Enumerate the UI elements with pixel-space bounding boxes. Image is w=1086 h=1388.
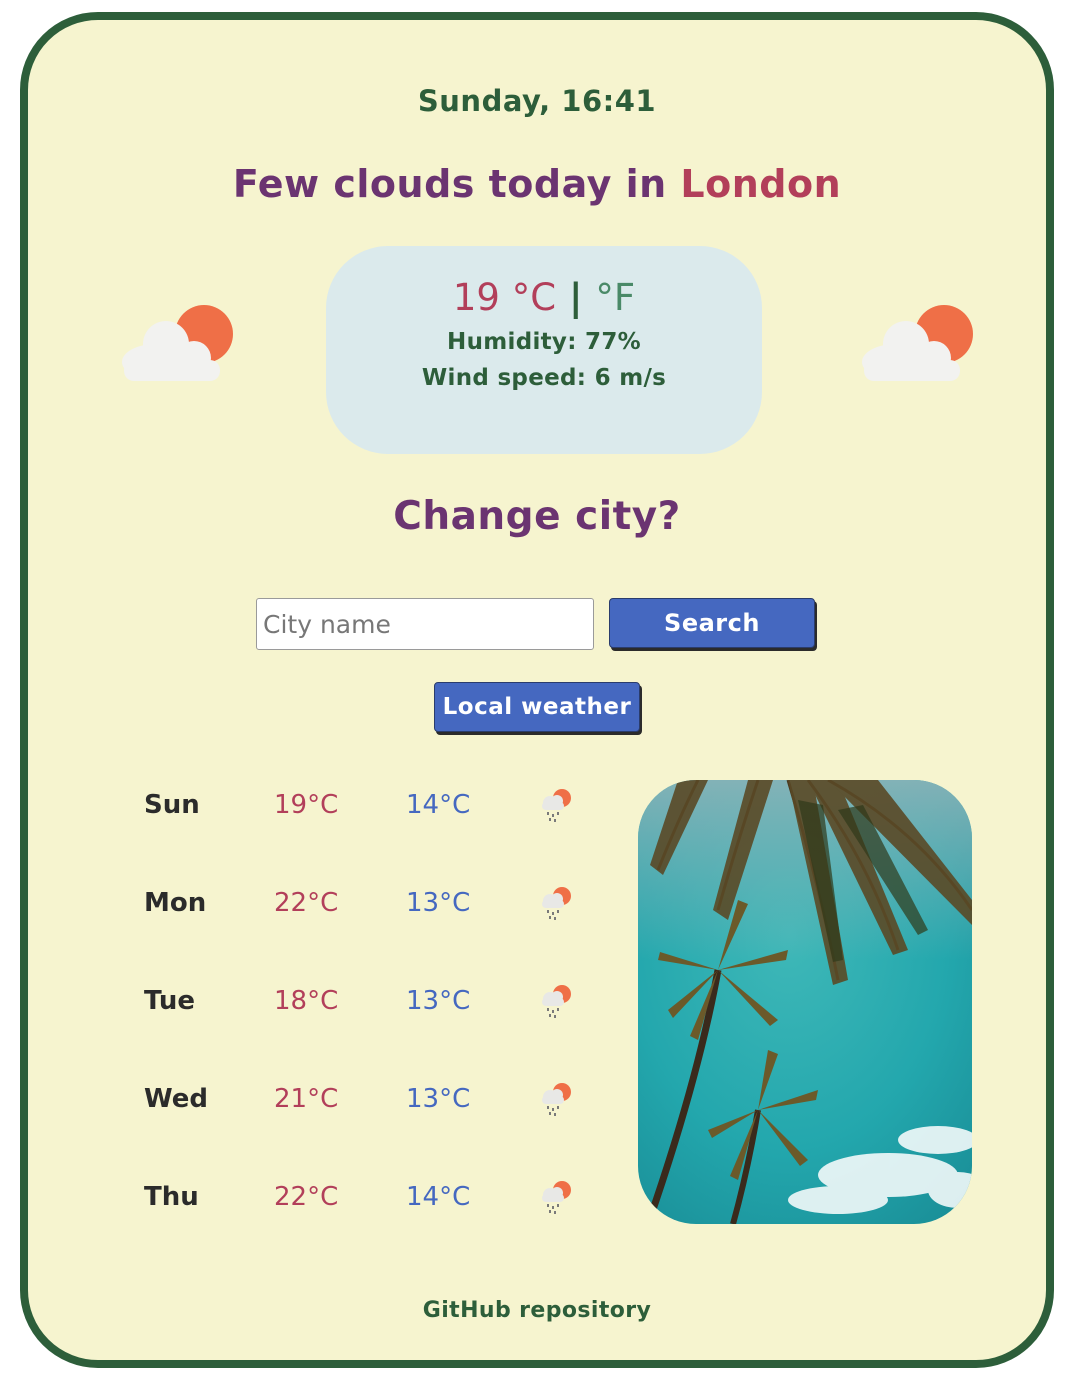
local-weather-button[interactable]: Local weather — [434, 682, 640, 732]
humidity-value: 77% — [585, 329, 641, 355]
rain-cloud-sun-icon — [542, 985, 571, 1018]
forecast-day: Tue — [144, 986, 196, 1016]
rain-cloud-sun-icon — [542, 887, 571, 920]
current-temperature: 19 — [452, 276, 500, 319]
humidity-line: Humidity: 77% — [326, 329, 762, 355]
humidity-label: Humidity: — [447, 329, 586, 355]
forecast-max-temp: 22°C — [274, 1182, 339, 1212]
forecast-min-temp: 13°C — [406, 986, 471, 1016]
few-clouds-icon — [122, 305, 233, 381]
rain-cloud-sun-icon — [542, 1083, 571, 1116]
forecast-min-temp: 13°C — [406, 1084, 471, 1114]
headline-city: London — [680, 162, 842, 206]
forecast-row: Wed 21°C 13°C — [28, 1068, 628, 1128]
rain-cloud-sun-icon — [542, 789, 571, 822]
forecast-max-temp: 19°C — [274, 790, 339, 820]
forecast-max-temp: 21°C — [274, 1084, 339, 1114]
forecast-row: Mon 22°C 13°C — [28, 872, 628, 932]
github-repository-link[interactable]: GitHub repository — [28, 1298, 1046, 1323]
search-button[interactable]: Search — [609, 598, 815, 648]
forecast-min-temp: 14°C — [406, 790, 471, 820]
forecast-day: Thu — [144, 1182, 199, 1212]
forecast-day: Wed — [144, 1084, 208, 1114]
forecast-min-temp: 13°C — [406, 888, 471, 918]
celsius-unit-link[interactable]: °C — [500, 276, 556, 319]
current-temperature-line: 19 °C | °F — [326, 276, 762, 319]
palm-trees-photo — [638, 780, 972, 1224]
wind-value: 6 m/s — [594, 365, 667, 391]
city-search-input[interactable] — [256, 598, 594, 650]
headline-description: Few clouds today in — [232, 162, 681, 206]
forecast-row: Tue 18°C 13°C — [28, 970, 628, 1030]
rain-cloud-sun-icon — [542, 1181, 571, 1214]
forecast-min-temp: 14°C — [406, 1182, 471, 1212]
unit-separator: | — [556, 276, 596, 319]
current-conditions-panel: 19 °C | °F Humidity: 77% Wind speed: 6 m… — [326, 246, 762, 454]
palm-trees-illustration — [638, 780, 972, 1224]
forecast-row: Thu 22°C 14°C — [28, 1166, 628, 1226]
weather-headline: Few clouds today in London — [28, 162, 1046, 206]
forecast-day: Mon — [144, 888, 207, 918]
forecast-row: Sun 19°C 14°C — [28, 774, 628, 834]
forecast-max-temp: 18°C — [274, 986, 339, 1016]
fahrenheit-unit-link[interactable]: °F — [595, 276, 635, 319]
forecast-max-temp: 22°C — [274, 888, 339, 918]
current-datetime: Sunday, 16:41 — [417, 84, 657, 118]
forecast-day: Sun — [144, 790, 200, 820]
change-city-heading: Change city? — [393, 494, 681, 539]
wind-label: Wind speed: — [421, 365, 595, 391]
few-clouds-icon — [862, 305, 973, 381]
wind-line: Wind speed: 6 m/s — [326, 365, 762, 391]
weather-card: Sunday, 16:41 Few clouds today in London… — [20, 12, 1054, 1368]
